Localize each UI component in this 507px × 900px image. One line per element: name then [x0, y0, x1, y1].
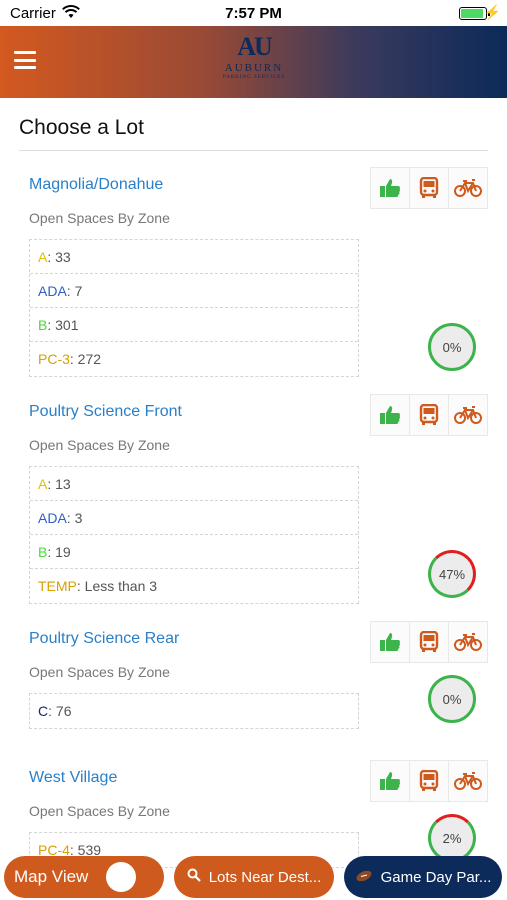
- zone-count: : 3: [66, 510, 83, 526]
- bicycle-icon[interactable]: [448, 167, 488, 209]
- lot-subtitle: Open Spaces By Zone: [29, 664, 170, 680]
- status-bar: Carrier 7:57 PM ⚡: [0, 0, 507, 26]
- bus-icon[interactable]: [409, 760, 449, 802]
- zone-code: A: [38, 476, 48, 492]
- zone-table: C: 76: [29, 693, 359, 729]
- zone-count: : 19: [47, 544, 71, 560]
- occupancy-gauge: 0%: [428, 675, 476, 723]
- lot-actions: [370, 167, 488, 209]
- game-day-label: Game Day Par...: [380, 868, 492, 886]
- zone-count: : 272: [69, 351, 102, 367]
- zone-count: : 7: [66, 283, 83, 299]
- bicycle-icon[interactable]: [448, 394, 488, 436]
- zone-row: ADA: 3: [30, 501, 358, 535]
- bicycle-icon[interactable]: [448, 621, 488, 663]
- lot-actions: [370, 760, 488, 802]
- football-icon: [355, 869, 373, 886]
- occupancy-percent: 0%: [442, 691, 462, 707]
- thumbs-up-icon[interactable]: [370, 167, 410, 209]
- lot-actions: [370, 394, 488, 436]
- lot-name-link[interactable]: Poultry Science Front: [29, 403, 182, 421]
- divider: [19, 150, 488, 151]
- toggle-knob[interactable]: [106, 862, 136, 892]
- zone-count: : 76: [48, 703, 72, 719]
- zone-table: A: 33 ADA: 7 B: 301 PC-3: 272: [29, 239, 359, 377]
- zone-code: B: [38, 544, 48, 560]
- lot-name-link[interactable]: Magnolia/Donahue: [29, 176, 163, 194]
- page-title: Choose a Lot: [19, 116, 144, 139]
- thumbs-up-icon[interactable]: [370, 394, 410, 436]
- game-day-parking-button[interactable]: Game Day Par...: [344, 856, 502, 898]
- occupancy-gauge: 0%: [428, 323, 476, 371]
- lot-actions: [370, 621, 488, 663]
- zone-row: B: 19: [30, 535, 358, 569]
- zone-code: ADA: [38, 283, 67, 299]
- bus-icon[interactable]: [409, 167, 449, 209]
- occupancy-percent: 47%: [438, 566, 466, 582]
- bus-icon[interactable]: [409, 394, 449, 436]
- zone-count: : 13: [47, 476, 71, 492]
- zone-row: TEMP: Less than 3: [30, 569, 358, 603]
- zone-count: : Less than 3: [76, 578, 158, 594]
- zone-row: B: 301: [30, 308, 358, 342]
- zone-table: A: 13 ADA: 3 B: 19 TEMP: Less than 3: [29, 466, 359, 604]
- logo-mark: AU: [237, 32, 273, 61]
- clock: 7:57 PM: [225, 5, 282, 22]
- app-header: AU AUBURN PARKING SERVICES: [0, 26, 507, 98]
- zone-row: PC-3: 272: [30, 342, 358, 376]
- occupancy-percent: 0%: [442, 339, 462, 355]
- lot-subtitle: Open Spaces By Zone: [29, 437, 170, 453]
- lot-subtitle: Open Spaces By Zone: [29, 803, 170, 819]
- zone-count: : 33: [47, 249, 71, 265]
- zone-code: A: [38, 249, 48, 265]
- map-view-label: Map View: [14, 867, 89, 886]
- lots-near-label: Lots Near Dest...: [208, 868, 322, 886]
- auburn-logo: AU AUBURN PARKING SERVICES: [218, 32, 290, 94]
- charging-icon: ⚡: [483, 4, 501, 20]
- lots-near-destination-button[interactable]: Lots Near Dest...: [174, 856, 334, 898]
- thumbs-up-icon[interactable]: [370, 621, 410, 663]
- lot-name-link[interactable]: West Village: [29, 769, 117, 787]
- zone-row: A: 33: [30, 240, 358, 274]
- occupancy-percent: 2%: [442, 830, 462, 846]
- logo-name: AUBURN: [224, 62, 284, 74]
- zone-code: C: [38, 703, 49, 719]
- thumbs-up-icon[interactable]: [370, 760, 410, 802]
- hamburger-menu-icon[interactable]: [14, 51, 36, 69]
- zone-count: : 301: [47, 317, 79, 333]
- lot-subtitle: Open Spaces By Zone: [29, 210, 170, 226]
- bicycle-icon[interactable]: [448, 760, 488, 802]
- lot-name-link[interactable]: Poultry Science Rear: [29, 630, 179, 648]
- bus-icon[interactable]: [409, 621, 449, 663]
- zone-row: C: 76: [30, 694, 358, 728]
- map-view-toggle[interactable]: Map View: [4, 856, 164, 898]
- occupancy-gauge: 47%: [428, 550, 476, 598]
- occupancy-gauge: 2%: [428, 814, 476, 862]
- zone-row: A: 13: [30, 467, 358, 501]
- zone-code: PC-3: [38, 351, 70, 367]
- zone-row: ADA: 7: [30, 274, 358, 308]
- search-icon: [187, 868, 201, 886]
- zone-code: ADA: [38, 510, 67, 526]
- logo-subtitle: PARKING SERVICES: [222, 75, 286, 80]
- zone-code: TEMP: [38, 578, 77, 594]
- zone-code: B: [38, 317, 48, 333]
